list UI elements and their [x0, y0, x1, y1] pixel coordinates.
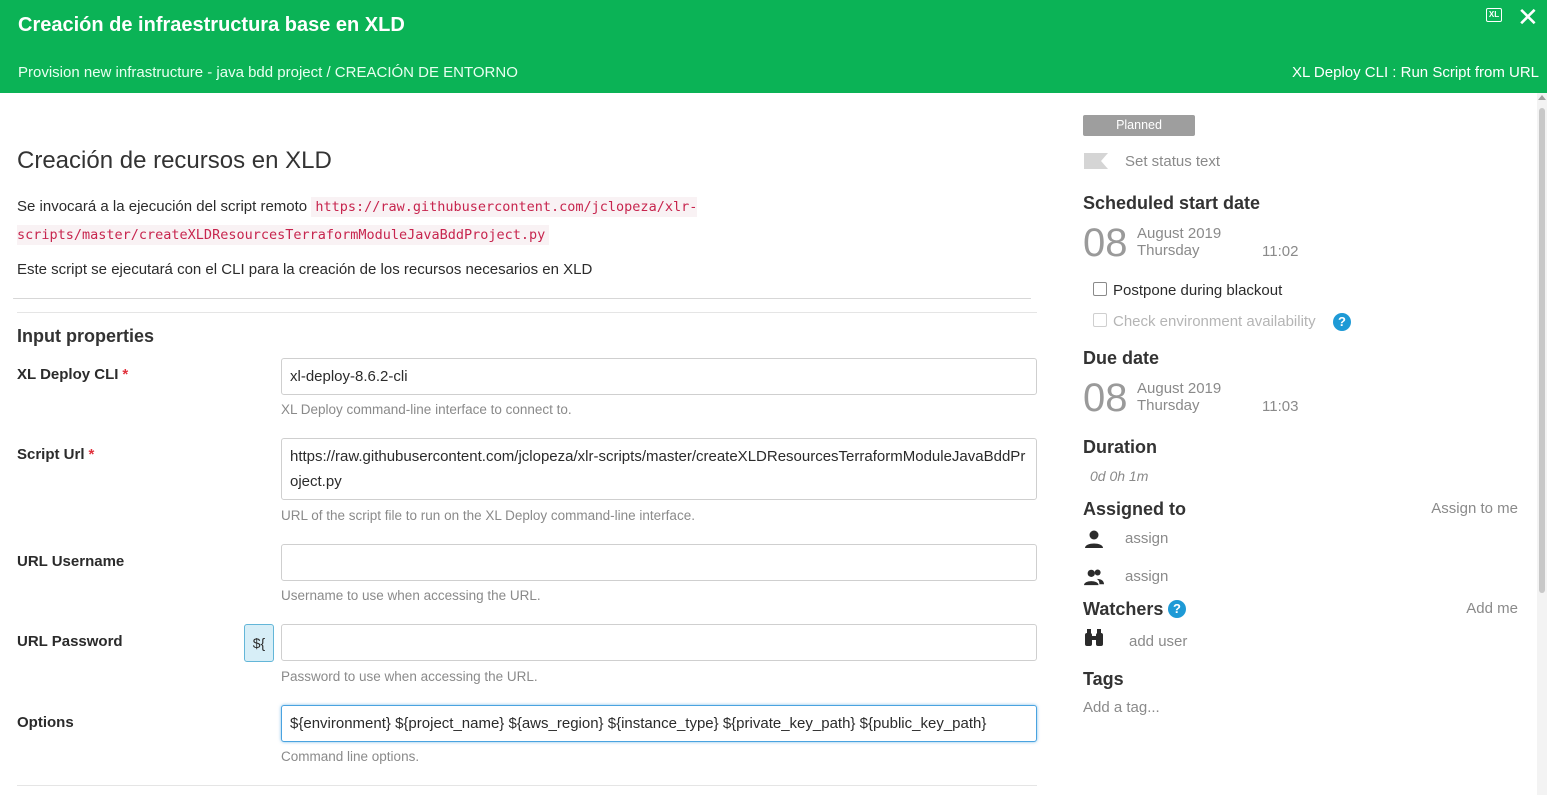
add-me-link[interactable]: Add me: [1466, 600, 1518, 617]
assigned-to-heading: Assigned to: [1083, 499, 1187, 519]
month-year: August 2019: [1137, 380, 1222, 397]
scroll-up-arrow-icon[interactable]: [1538, 95, 1546, 100]
watchers-heading: Watchers: [1083, 599, 1164, 619]
xl-deploy-cli-label: XL Deploy CLI *: [17, 366, 128, 383]
check-environment-label: Check environment availability: [1113, 313, 1316, 330]
tags-heading: Tags: [1083, 669, 1124, 689]
url-password-label: URL Password: [17, 633, 123, 650]
weekday: Thursday: [1137, 242, 1200, 259]
task-type: XL Deploy CLI : Run Script from URL: [1291, 64, 1539, 81]
scheduled-start-time[interactable]: 11:02: [1262, 243, 1298, 260]
task-header: Creación de infraestructura base en XLD …: [0, 0, 1547, 93]
postpone-checkbox[interactable]: [1093, 282, 1107, 296]
description-text: Se invocará a la ejecución del script re…: [17, 198, 312, 215]
team-icon: [1084, 569, 1104, 586]
url-username-help: Username to use when accessing the URL.: [281, 588, 541, 603]
set-status-text-link[interactable]: Set status text: [1125, 153, 1220, 170]
add-user-link[interactable]: add user: [1129, 633, 1187, 650]
check-environment-checkbox[interactable]: [1093, 313, 1107, 327]
scheduled-start-heading: Scheduled start date: [1083, 193, 1261, 213]
field-label: XL Deploy CLI: [17, 366, 119, 383]
script-url-field[interactable]: https://raw.githubusercontent.com/jclope…: [281, 438, 1037, 500]
variable-toggle-button[interactable]: ${: [244, 624, 274, 662]
divider: [17, 312, 1037, 313]
postpone-label[interactable]: Postpone during blackout: [1113, 282, 1282, 299]
due-date-time[interactable]: 11:03: [1262, 398, 1298, 415]
add-tag-input[interactable]: Add a tag...: [1083, 699, 1160, 716]
script-url-help: URL of the script file to run on the XL …: [281, 508, 695, 523]
due-date-month[interactable]: August 2019 Thursday: [1137, 380, 1221, 414]
close-icon[interactable]: ✕: [1517, 4, 1539, 30]
scheduled-start-month[interactable]: August 2019 Thursday: [1137, 225, 1221, 259]
field-label: Script Url: [17, 446, 85, 463]
description-line-2: Este script se ejecutará con el CLI para…: [17, 261, 593, 278]
assign-to-me-link[interactable]: Assign to me: [1431, 500, 1518, 517]
description-divider: [13, 298, 1031, 300]
options-field[interactable]: ${environment} ${project_name} ${aws_reg…: [281, 705, 1037, 742]
url-password-help: Password to use when accessing the URL.: [281, 669, 538, 684]
due-date-heading: Due date: [1083, 348, 1160, 368]
description-heading[interactable]: Creación de recursos en XLD: [17, 147, 332, 175]
url-password-field[interactable]: [281, 624, 1037, 661]
assign-user-link[interactable]: assign: [1125, 530, 1168, 547]
breadcrumb[interactable]: Provision new infrastructure - java bdd …: [18, 64, 518, 81]
input-properties-heading: Input properties: [17, 326, 155, 346]
scheduled-start-day[interactable]: 08: [1083, 221, 1128, 266]
user-icon: [1085, 530, 1103, 548]
xl-deploy-icon[interactable]: XL: [1486, 8, 1502, 22]
task-details: Creación de recursos en XLD Se invocará …: [0, 93, 1050, 795]
url-username-field[interactable]: [281, 544, 1037, 581]
script-url-label: Script Url *: [17, 446, 94, 463]
weekday: Thursday: [1137, 397, 1200, 414]
duration-heading: Duration: [1083, 437, 1157, 457]
task-sidebar: Planned Set status text Scheduled start …: [1060, 93, 1547, 795]
options-help: Command line options.: [281, 749, 420, 764]
assign-team-link[interactable]: assign: [1125, 568, 1168, 585]
url-username-label: URL Username: [17, 553, 125, 570]
task-title[interactable]: Creación de infraestructura base en XLD: [18, 14, 405, 37]
flag-icon[interactable]: [1084, 153, 1108, 169]
divider: [17, 785, 1037, 786]
help-icon[interactable]: ?: [1333, 313, 1351, 331]
month-year: August 2019: [1137, 225, 1222, 242]
xl-deploy-cli-help: XL Deploy command-line interface to conn…: [281, 402, 572, 417]
scrollbar-thumb[interactable]: [1539, 108, 1545, 593]
due-date-day[interactable]: 08: [1083, 376, 1128, 421]
required-marker: *: [122, 366, 129, 383]
options-label: Options: [17, 714, 74, 731]
description-line-1: Se invocará a la ejecución del script re…: [17, 193, 737, 249]
status-badge: Planned: [1083, 115, 1195, 136]
help-icon[interactable]: ?: [1168, 600, 1186, 618]
xl-deploy-cli-select[interactable]: xl-deploy-8.6.2-cli: [281, 358, 1037, 395]
duration-value[interactable]: 0d 0h 1m: [1090, 468, 1148, 484]
binoculars-icon: [1085, 629, 1103, 646]
required-marker: *: [88, 446, 95, 463]
